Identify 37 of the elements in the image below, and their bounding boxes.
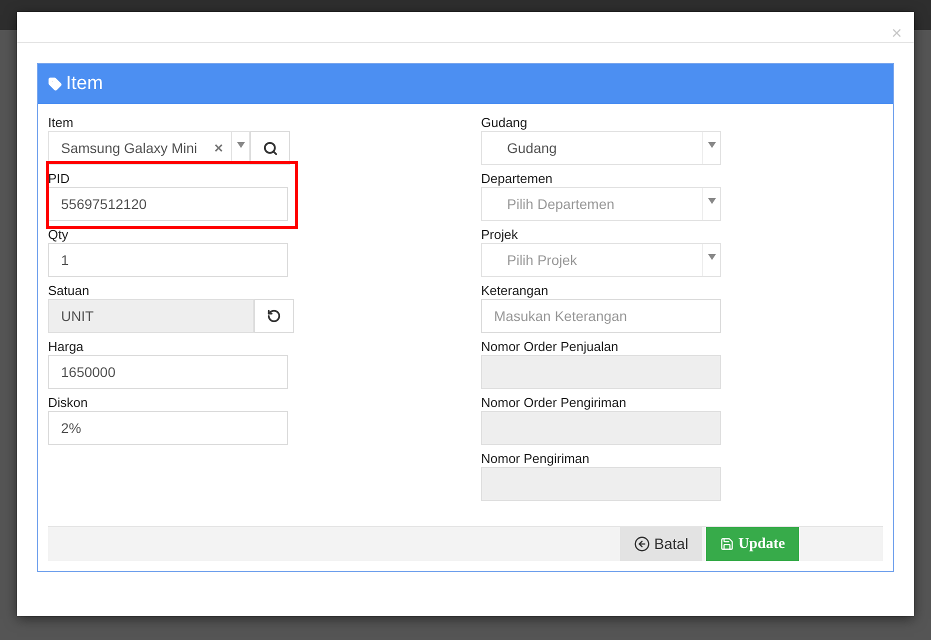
caret-icon [708, 254, 716, 260]
back-icon [634, 536, 650, 552]
panel-title: Item [66, 73, 103, 95]
tag-icon [48, 77, 62, 91]
reset-icon [267, 309, 281, 323]
select-value: Samsung Galaxy Mini [60, 140, 198, 156]
input-field[interactable]: 1 [48, 243, 288, 277]
field-label: Satuan [48, 283, 90, 299]
clear-button[interactable]: × [206, 140, 231, 156]
field-label: Harga [48, 339, 84, 355]
select-placeholder: Pilih Projek [506, 252, 578, 268]
cancel-button[interactable]: Batal [620, 527, 702, 561]
caret-icon [708, 142, 716, 148]
input-field[interactable]: 1650000 [48, 355, 288, 389]
caret-icon [708, 198, 716, 204]
save-icon [720, 537, 734, 551]
input-field[interactable]: Masukan Keterangan [481, 299, 721, 333]
search-button[interactable] [250, 131, 290, 165]
input-field[interactable]: 55697512120 [48, 187, 288, 221]
field-label: Item [48, 115, 74, 131]
field-label: PID [48, 171, 71, 187]
field-label: Qty [48, 227, 70, 243]
select-value: Gudang [506, 140, 558, 156]
field-label: Nomor Order Penjualan [481, 339, 620, 355]
search-icon [262, 140, 278, 156]
field-label: Departemen [481, 171, 554, 187]
field-label: Keterangan [481, 283, 550, 299]
field-label: Gudang [481, 115, 528, 131]
item-select[interactable]: Samsung Galaxy Mini × [48, 131, 250, 165]
field-label: Nomor Pengiriman [481, 451, 590, 467]
field-label: Nomor Order Pengiriman [481, 395, 628, 411]
input-field[interactable]: 2% [48, 411, 288, 445]
field-label: Diskon [48, 395, 89, 411]
caret-icon [236, 142, 244, 148]
select-placeholder: Pilih Departemen [506, 196, 616, 212]
select-field[interactable]: Gudang [481, 131, 721, 165]
field-label: Projek [481, 227, 519, 243]
